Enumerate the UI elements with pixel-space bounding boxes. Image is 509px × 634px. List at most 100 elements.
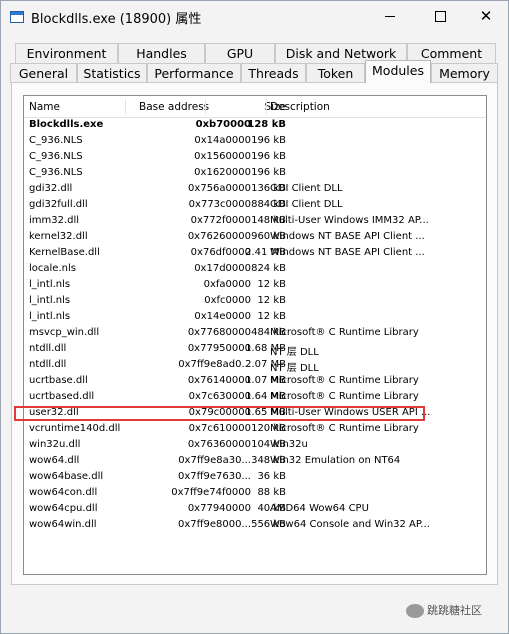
module-description: Microsoft® C Runtime Library: [270, 423, 419, 434]
module-description: Microsoft® C Runtime Library: [270, 375, 419, 386]
module-name: l_intl.nls: [29, 311, 71, 322]
table-row[interactable]: wow64base.dll 0x7ff9e7630... 36 kB: [24, 469, 486, 485]
module-name: ntdll.dll: [29, 343, 67, 354]
module-name: gdi32full.dll: [29, 199, 88, 210]
table-row[interactable]: l_intl.nls 0xfc0000 12 kB: [24, 293, 486, 309]
column-header-base-address[interactable]: Base address: [139, 101, 209, 113]
module-name: imm32.dll: [29, 215, 80, 226]
table-row[interactable]: wow64cpu.dll 0x77940000 40 kB AMD64 Wow64 C…: [24, 501, 486, 517]
table-row[interactable]: win32u.dll 0x76360000 104 kB Win32u: [24, 437, 486, 453]
module-name: wow64con.dll: [29, 487, 98, 498]
module-description: Windows NT BASE API Client ...: [270, 247, 425, 258]
table-row[interactable]: l_intl.nls 0x14e0000 12 kB: [24, 309, 486, 325]
table-row[interactable]: wow64con.dll 0x7ff9e74f0000 88 kB: [24, 485, 486, 501]
tab-performance[interactable]: Performance: [147, 63, 241, 83]
module-base-address: 0x17d0000: [194, 263, 251, 274]
module-base-address: 0x77950000: [187, 343, 251, 354]
module-base-address: 0x1560000: [194, 151, 251, 162]
tab-modules[interactable]: Modules: [365, 60, 431, 83]
module-base-address: 0xb70000: [195, 119, 251, 130]
modules-list[interactable]: Name Base address Size Description Block…: [23, 95, 487, 575]
module-base-address: 0x756a0000: [188, 183, 251, 194]
table-row[interactable]: wow64win.dll 0x7ff9e8000... 556 kB Wow64 Co…: [24, 517, 486, 533]
module-name: wow64.dll: [29, 455, 80, 466]
module-description: NT 层 DLL: [270, 363, 319, 374]
module-size: 128 kB: [247, 119, 286, 130]
table-row[interactable]: locale.nls 0x17d0000 824 kB: [24, 261, 486, 277]
table-row[interactable]: wow64.dll 0x7ff9e8a30... 348 kB Win32 Emula…: [24, 453, 486, 469]
selection-highlight-box: [14, 406, 425, 421]
module-name: kernel32.dll: [29, 231, 88, 242]
table-row[interactable]: Blockdlls.exe 0xb70000 128 kB: [24, 117, 486, 133]
module-size: 12 kB: [257, 311, 286, 322]
module-description: Wow64 Console and Win32 AP...: [270, 519, 430, 530]
module-description: Win32u: [270, 439, 308, 450]
module-name: ucrtbase.dll: [29, 375, 88, 386]
table-row[interactable]: C_936.NLS 0x1620000 196 kB: [24, 165, 486, 181]
module-base-address: 0x1620000: [194, 167, 251, 178]
module-size: 196 kB: [251, 135, 286, 146]
column-header-description[interactable]: Description: [270, 101, 330, 113]
module-base-address: 0x7c610000: [188, 423, 251, 434]
module-name: locale.nls: [29, 263, 76, 274]
module-name: C_936.NLS: [29, 135, 83, 146]
module-size: 196 kB: [251, 151, 286, 162]
module-name: C_936.NLS: [29, 167, 83, 178]
module-name: Blockdlls.exe: [29, 119, 104, 130]
tab-memory[interactable]: Memory: [431, 63, 498, 83]
modules-panel: Name Base address Size Description Block…: [11, 82, 498, 585]
maximize-icon: [434, 10, 446, 22]
module-description: AMD64 Wow64 CPU: [270, 503, 369, 514]
module-base-address: 0x14a0000: [194, 135, 251, 146]
column-divider[interactable]: [205, 99, 206, 114]
table-row[interactable]: gdi32full.dll 0x773c0000 884 kB GDI Client …: [24, 197, 486, 213]
tab-statistics[interactable]: Statistics: [77, 63, 147, 83]
module-name: C_936.NLS: [29, 151, 83, 162]
close-button[interactable]: ✕: [463, 1, 509, 32]
tab-gpu[interactable]: GPU: [205, 43, 275, 63]
module-name: l_intl.nls: [29, 279, 71, 290]
tab-handles[interactable]: Handles: [118, 43, 205, 63]
module-size: 88 kB: [257, 487, 286, 498]
title-bar[interactable]: Blockdlls.exe (18900) 属性 ✕: [1, 1, 508, 32]
table-row[interactable]: vcruntime140d.dll 0x7c610000 120 kB Microso…: [24, 421, 486, 437]
table-row[interactable]: l_intl.nls 0xfa0000 12 kB: [24, 277, 486, 293]
column-divider[interactable]: [125, 99, 126, 114]
module-size: 36 kB: [257, 471, 286, 482]
app-window-icon: [10, 11, 24, 23]
tab-general[interactable]: General: [10, 63, 77, 83]
module-size: 196 kB: [251, 167, 286, 178]
minimize-icon: [385, 15, 395, 17]
table-row[interactable]: msvcp_win.dll 0x77680000 484 kB Microsoft® …: [24, 325, 486, 341]
table-row[interactable]: ntdll.dll 0x7ff9e8ad0... 2.07 MB NT 层 DLL: [24, 357, 486, 374]
module-base-address: 0x76360000: [187, 439, 251, 450]
module-base-address: 0x76140000: [187, 375, 251, 386]
table-row[interactable]: gdi32.dll 0x756a0000 136 kB GDI Client DLL: [24, 181, 486, 197]
tab-token[interactable]: Token: [306, 63, 365, 83]
maximize-button[interactable]: [417, 1, 463, 32]
table-row[interactable]: C_936.NLS 0x1560000 196 kB: [24, 149, 486, 165]
module-name: msvcp_win.dll: [29, 327, 100, 338]
module-name: wow64base.dll: [29, 471, 104, 482]
column-header-name[interactable]: Name: [29, 101, 60, 113]
tab-threads[interactable]: Threads: [241, 63, 306, 83]
table-row[interactable]: kernel32.dll 0x76260000 960 kB Windows NT B…: [24, 229, 486, 245]
table-row[interactable]: C_936.NLS 0x14a0000 196 kB: [24, 133, 486, 149]
module-size: 12 kB: [257, 279, 286, 290]
table-row[interactable]: imm32.dll 0x772f0000 148 kB Multi-User Wind…: [24, 213, 486, 229]
close-icon: ✕: [479, 7, 493, 25]
module-base-address: 0x7ff9e8ad0...: [178, 359, 251, 370]
module-base-address: 0x7ff9e8000...: [177, 519, 251, 530]
module-description: NT 层 DLL: [270, 347, 319, 358]
table-row[interactable]: ucrtbase.dll 0x76140000 1.07 MB Microsoft® …: [24, 373, 486, 389]
tab-environment[interactable]: Environment: [15, 43, 118, 63]
table-row[interactable]: ucrtbased.dll 0x7c630000 1.64 MB Microsoft®…: [24, 389, 486, 405]
minimize-button[interactable]: [367, 1, 413, 32]
table-row[interactable]: KernelBase.dll 0x76df0000 2.41 MB Windows N…: [24, 245, 486, 261]
module-description: Microsoft® C Runtime Library: [270, 391, 419, 402]
table-row[interactable]: ntdll.dll 0x77950000 1.68 MB NT 层 DLL: [24, 341, 486, 358]
column-divider[interactable]: [266, 99, 267, 114]
module-name: l_intl.nls: [29, 295, 71, 306]
module-base-address: 0x7ff9e7630...: [177, 471, 251, 482]
module-base-address: 0xfc0000: [204, 295, 251, 306]
